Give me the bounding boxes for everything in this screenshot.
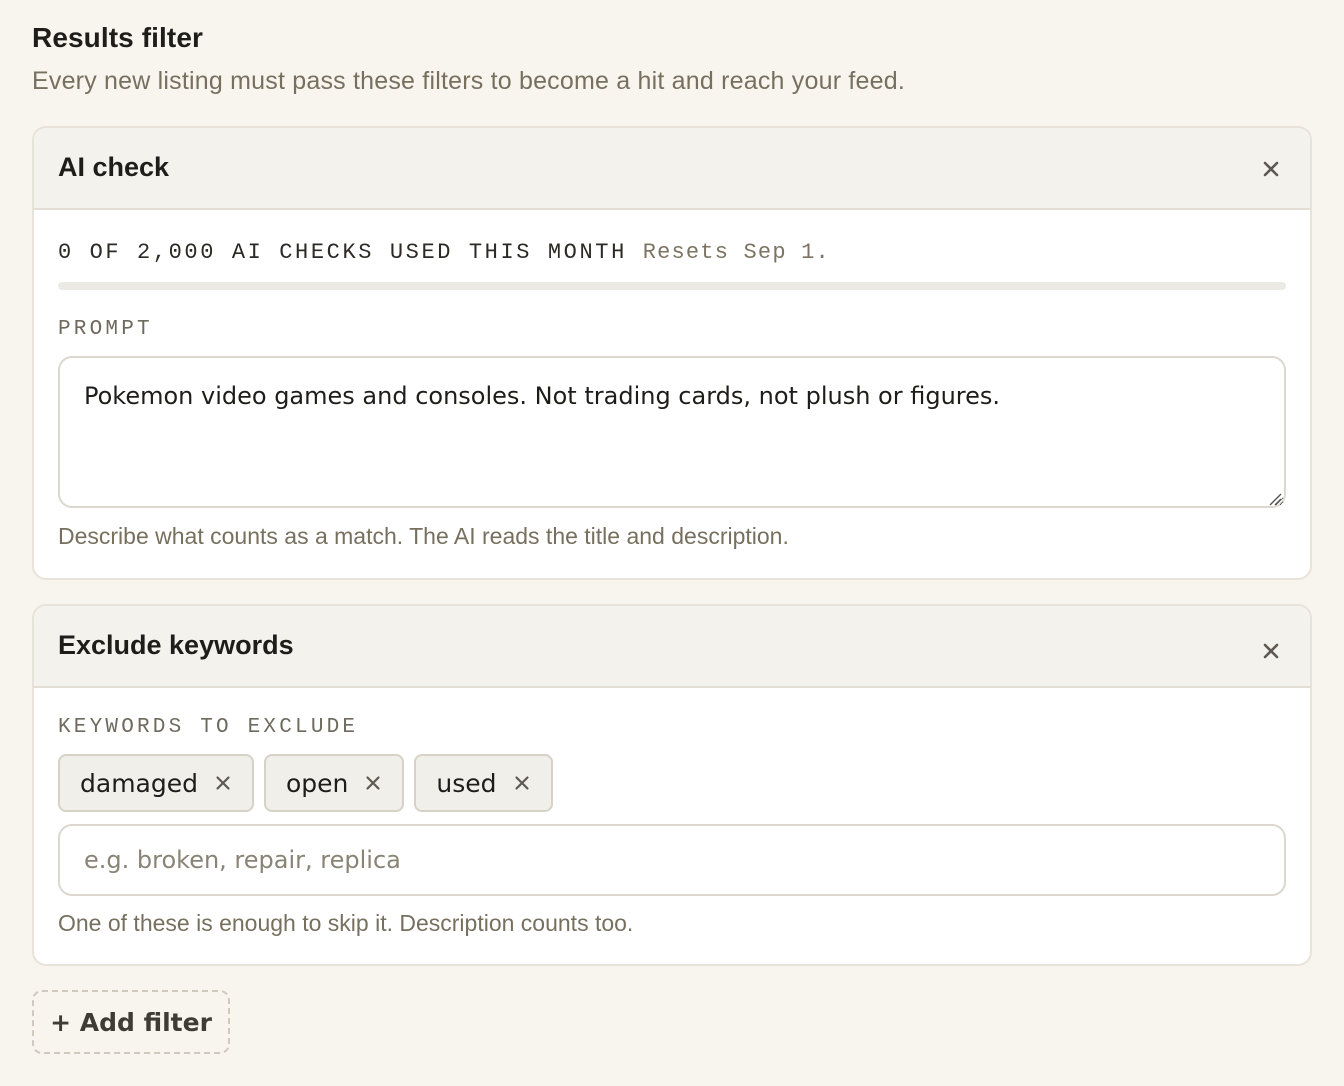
close-icon	[1263, 161, 1279, 177]
prompt-label: PROMPT	[58, 318, 153, 341]
ai-usage-progress	[58, 282, 1286, 290]
keyword-chips: damaged open used	[58, 754, 553, 812]
keyword-chip: damaged	[58, 754, 254, 812]
remove-ai-check-button[interactable]	[1258, 156, 1284, 182]
exclude-keywords-card: Exclude keywords KEYWORDS TO EXCLUDE dam…	[32, 604, 1312, 966]
prompt-textarea[interactable]: Pokemon video games and consoles. Not tr…	[58, 356, 1286, 508]
close-icon	[366, 776, 380, 790]
add-filter-button[interactable]: + Add filter	[32, 990, 230, 1054]
exclude-keywords-header: Exclude keywords	[34, 606, 1310, 688]
keyword-chip-label: damaged	[80, 768, 198, 798]
ai-usage-reset: Resets Sep 1.	[642, 240, 830, 265]
section-subtitle: Every new listing must pass these filter…	[32, 67, 905, 95]
ai-usage-line: 0 OF 2,000 AI CHECKS USED THIS MONTH Res…	[58, 240, 830, 265]
section-title: Results filter	[32, 22, 203, 53]
remove-keyword-button[interactable]	[513, 774, 531, 792]
prompt-help-text: Describe what counts as a match. The AI …	[58, 523, 789, 549]
exclude-keywords-title: Exclude keywords	[58, 630, 294, 660]
remove-keyword-button[interactable]	[214, 774, 232, 792]
keyword-chip-label: open	[285, 768, 349, 798]
remove-exclude-keywords-button[interactable]	[1258, 638, 1284, 664]
ai-usage-count: 0 OF 2,000 AI CHECKS USED THIS MONTH	[58, 240, 627, 265]
ai-check-header: AI check	[34, 128, 1310, 210]
close-icon	[1263, 643, 1279, 659]
remove-keyword-button[interactable]	[364, 774, 382, 792]
keyword-chip: open	[263, 754, 405, 812]
keyword-chip: used	[414, 754, 553, 812]
keyword-chip-label: used	[436, 768, 497, 798]
keywords-label: KEYWORDS TO EXCLUDE	[58, 716, 359, 739]
ai-check-card: AI check 0 OF 2,000 AI CHECKS USED THIS …	[32, 126, 1312, 580]
close-icon	[216, 776, 230, 790]
ai-check-title: AI check	[58, 152, 170, 182]
keywords-help-text: One of these is enough to skip it. Descr…	[58, 910, 634, 936]
keyword-input[interactable]	[58, 824, 1286, 896]
close-icon	[514, 776, 529, 790]
